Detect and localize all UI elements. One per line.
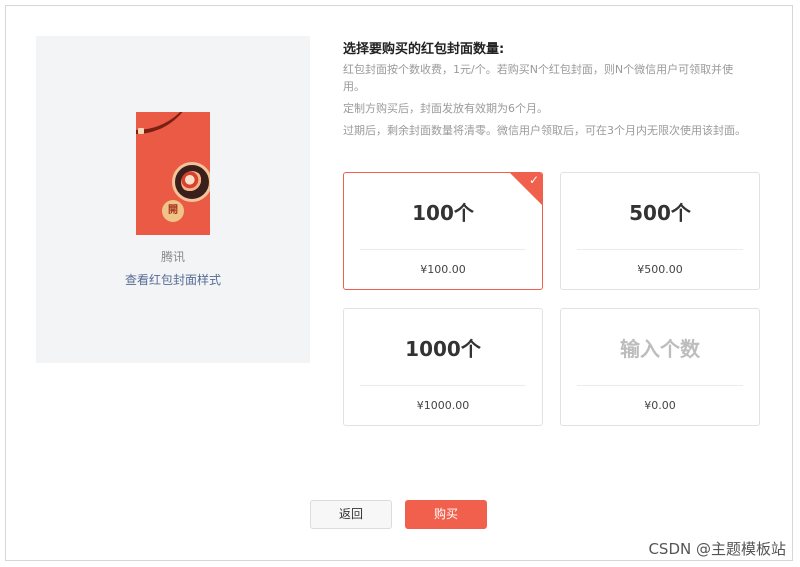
quantity-option-500[interactable]: 500个 ¥500.00 bbox=[560, 172, 760, 290]
red-envelope-cover-image: 開 bbox=[136, 112, 210, 235]
cover-arc-decoration bbox=[136, 112, 196, 134]
option-divider bbox=[577, 249, 743, 250]
option-price: ¥100.00 bbox=[420, 263, 466, 276]
option-price: ¥0.00 bbox=[644, 399, 676, 412]
cover-open-button: 開 bbox=[162, 200, 184, 222]
custom-quantity-input[interactable]: 输入个数 bbox=[561, 333, 759, 362]
brand-name: 腾讯 bbox=[160, 250, 185, 264]
option-divider bbox=[360, 385, 526, 386]
check-icon: ✓ bbox=[528, 173, 539, 187]
quantity-option-custom[interactable]: 输入个数 ¥0.00 bbox=[560, 308, 760, 426]
validity-description: 定制方购买后，封面发放有效期为6个月。 bbox=[343, 102, 548, 115]
purchase-title: 选择要购买的红包封面数量: bbox=[343, 42, 505, 57]
quantity-option-100[interactable]: 100个 ¥100.00 ✓ bbox=[343, 172, 543, 290]
option-divider bbox=[360, 249, 526, 250]
view-cover-style-link[interactable]: 查看红包封面样式 bbox=[36, 271, 310, 288]
cover-preview-panel: 開 bbox=[36, 36, 310, 363]
cover-plate-illustration bbox=[172, 162, 210, 202]
cover-tag-decoration bbox=[138, 128, 144, 134]
option-divider bbox=[577, 385, 743, 386]
option-quantity: 500个 bbox=[629, 201, 691, 225]
watermark: CSDN @主题模板站 bbox=[648, 540, 786, 558]
buy-button[interactable]: 购买 bbox=[405, 500, 487, 529]
quantity-option-1000[interactable]: 1000个 ¥1000.00 bbox=[343, 308, 543, 426]
option-price: ¥500.00 bbox=[637, 263, 683, 276]
expiry-description: 过期后，剩余封面数量将清零。微信用户领取后，可在3个月内无限次使用该封面。 bbox=[343, 124, 746, 137]
option-price: ¥1000.00 bbox=[416, 399, 470, 412]
option-quantity: 1000个 bbox=[405, 337, 481, 361]
pricing-description: 红包封面按个数收费，1元/个。若购买N个红包封面，则N个微信用户可领取并使用。 bbox=[343, 63, 734, 93]
back-button[interactable]: 返回 bbox=[310, 500, 392, 529]
